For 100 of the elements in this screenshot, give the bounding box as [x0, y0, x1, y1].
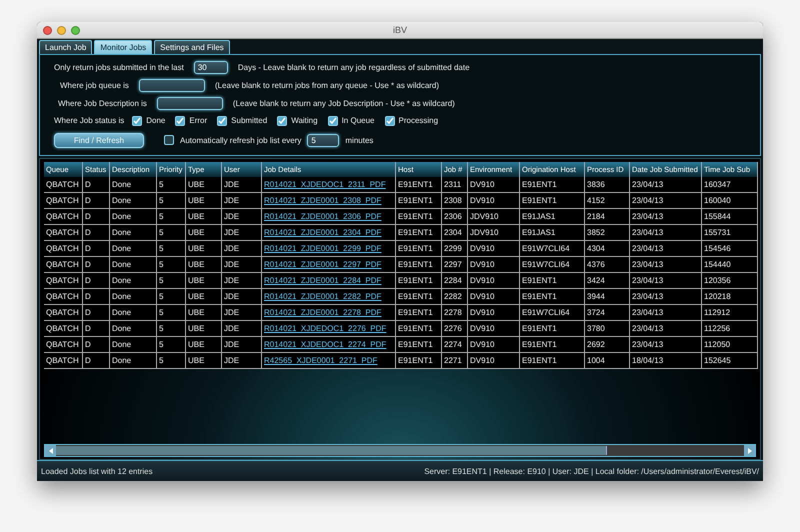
days-field[interactable]: 30 [194, 61, 228, 74]
table-cell: E91JAS1 [520, 209, 585, 225]
table-cell: 2299 [442, 241, 468, 257]
days-hint: Days - Leave blank to return any job regardless of submitted date [238, 63, 470, 72]
checkbox-label: Done [146, 116, 166, 126]
status-checkbox[interactable] [384, 116, 394, 126]
table-cell: E91ENT1 [396, 273, 442, 289]
table-cell: 154546 [702, 241, 758, 257]
table-cell: UBE [186, 353, 222, 369]
table-cell: UBE [186, 241, 222, 257]
minutes-field[interactable]: 5 [307, 134, 340, 147]
table-cell: UBE [186, 289, 222, 305]
table-cell: UBE [186, 305, 222, 321]
table-cell: QBATCH [44, 225, 83, 241]
table-cell: E91ENT1 [396, 353, 442, 369]
table-cell: D [83, 257, 110, 273]
checkbox-label: Error [189, 116, 208, 126]
queue-field[interactable] [138, 78, 205, 92]
zoom-icon[interactable] [71, 26, 80, 34]
status-checkbox[interactable] [175, 116, 186, 126]
table-cell: 23/04/13 [630, 209, 702, 225]
table-cell: JDE [222, 177, 262, 193]
table-cell: DV910 [468, 289, 520, 305]
auto-refresh-label: Automatically refresh job list every [180, 136, 302, 145]
table-cell: 4304 [585, 241, 630, 257]
table-cell: DV910 [468, 353, 520, 369]
table-cell: DV910 [468, 241, 520, 257]
table-cell: 3852 [585, 225, 630, 241]
table-cell: QBATCH [44, 193, 83, 209]
table-cell: JDE [222, 289, 262, 305]
table-cell: QBATCH [44, 177, 83, 193]
table-cell: JDV910 [468, 225, 520, 241]
table-cell: 2184 [585, 209, 630, 225]
table-cell: Done [110, 273, 157, 289]
table-cell: QBATCH [44, 273, 83, 289]
table-cell: E91ENT1 [520, 337, 585, 353]
table-cell: 5 [157, 289, 186, 305]
table-cell: E91ENT1 [396, 209, 442, 225]
status-message: Loaded Jobs list with 12 entries [41, 466, 153, 476]
table-cell: 1004 [585, 353, 630, 369]
tab[interactable]: Monitor Jobs [94, 40, 152, 54]
table-cell: 5 [157, 305, 186, 321]
scroll-right-icon[interactable] [744, 445, 755, 456]
table-cell: QBATCH [44, 241, 83, 257]
table-cell: JDE [222, 321, 262, 337]
table-cell: 154440 [702, 257, 758, 273]
table-cell: QBATCH [44, 257, 83, 273]
table-cell: 23/04/13 [630, 337, 702, 353]
status-label: Where Job status is [54, 116, 124, 126]
horizontal-scrollbar[interactable] [44, 444, 756, 457]
table-cell: JDE [222, 337, 262, 353]
table-cell: 112256 [702, 321, 758, 337]
table-cell: DV910 [468, 257, 520, 273]
table-cell: DV910 [468, 337, 520, 353]
close-icon[interactable] [43, 26, 52, 34]
table-cell: D [83, 273, 110, 289]
table-cell: Done [110, 321, 157, 337]
scroll-left-icon[interactable] [45, 445, 56, 456]
table-cell: 2278 [442, 305, 468, 321]
table-cell: JDE [222, 193, 262, 209]
table-cell: 2304 [442, 225, 468, 241]
table-cell: 2297 [442, 257, 468, 273]
table-cell: Done [110, 305, 157, 321]
table-cell: E91JAS1 [520, 225, 585, 241]
table-cell: 2276 [442, 321, 468, 337]
table-cell: 4376 [585, 257, 630, 273]
table-cell: DV910 [468, 273, 520, 289]
table-cell: D [83, 177, 110, 193]
checkbox-label: Processing [398, 116, 438, 126]
table-cell: E91ENT1 [520, 193, 585, 209]
minutes-label: minutes [345, 136, 374, 145]
table-cell: UBE [186, 209, 222, 225]
queue-hint: (Leave blank to return jobs from any queue - Use * as wildcard) [214, 80, 440, 90]
table-cell: JDV910 [468, 209, 520, 225]
status-checkbox[interactable] [328, 116, 338, 126]
status-checkbox[interactable] [217, 116, 228, 126]
table-cell: Done [110, 337, 157, 353]
table-cell: 23/04/13 [630, 193, 702, 209]
table-cell: 18/04/13 [630, 353, 702, 369]
table-cell: 5 [157, 241, 186, 257]
description-field[interactable] [156, 96, 223, 110]
auto-refresh-checkbox[interactable] [164, 135, 174, 146]
table-cell: E91ENT1 [520, 177, 585, 193]
tab[interactable]: Launch Job [39, 40, 92, 54]
server-info: Server: E91ENT1 | Release: E910 | User: JDE | Local folder: /Users/administrator/Everest/iBV/ [424, 466, 759, 476]
table-cell: 23/04/13 [630, 289, 702, 305]
table-cell: D [83, 305, 110, 321]
table-cell: JDE [222, 257, 262, 273]
table-cell: UBE [186, 337, 222, 353]
tab[interactable]: Settings and Files [154, 40, 230, 54]
table-cell: JDE [222, 353, 262, 369]
status-checkbox[interactable] [277, 116, 288, 126]
table-cell: D [83, 337, 110, 353]
table-cell: 3724 [585, 305, 630, 321]
table-cell: 152645 [702, 353, 758, 369]
table-cell: 5 [157, 273, 186, 289]
description-hint: (Leave blank to return any Job Description - Use * as wildcard) [232, 98, 455, 108]
table-cell: DV910 [468, 193, 520, 209]
status-checkbox[interactable] [132, 116, 142, 126]
table-cell: 5 [157, 321, 186, 337]
